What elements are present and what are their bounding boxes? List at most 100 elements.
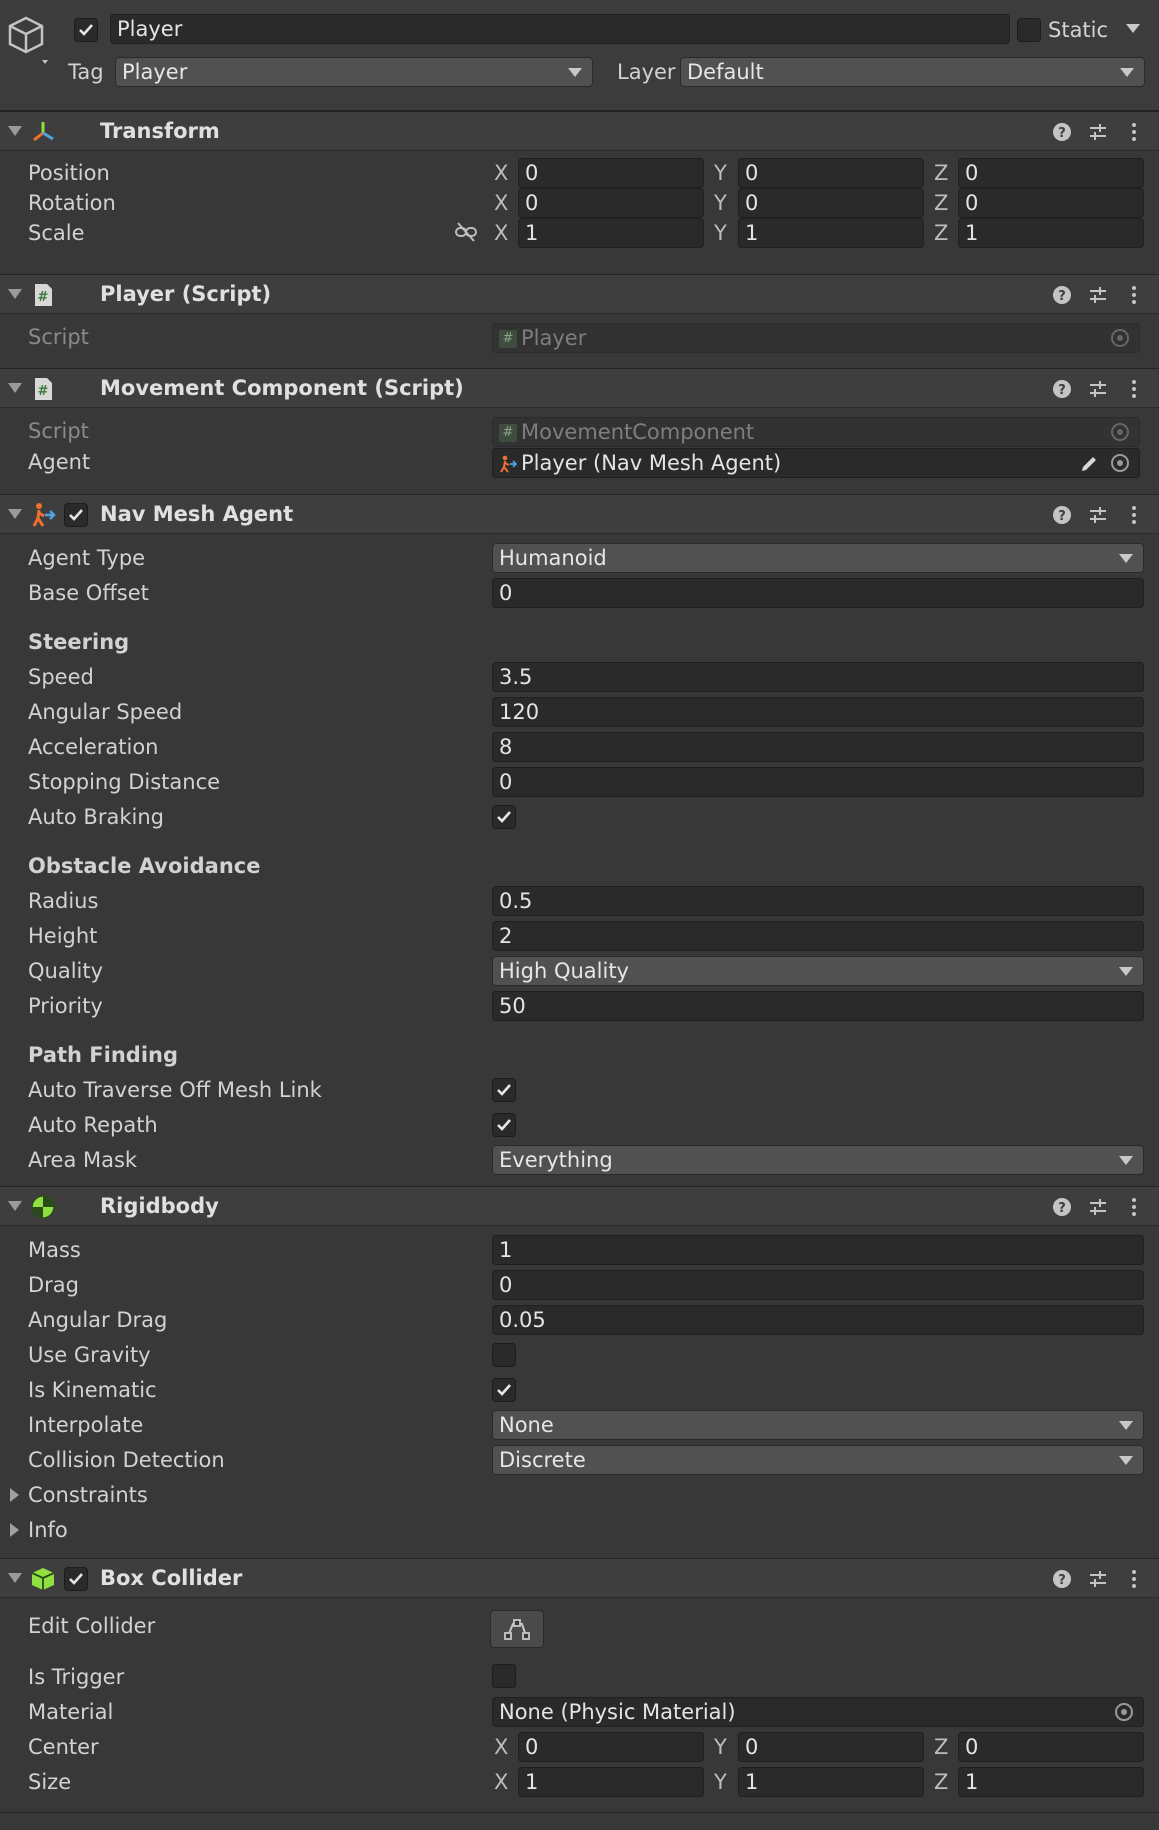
foldout-arrow-icon[interactable]: [8, 126, 22, 136]
position-z-field[interactable]: 0: [958, 158, 1144, 188]
transform-header[interactable]: Transform ?: [0, 111, 1159, 151]
foldout-arrow-icon[interactable]: [8, 1573, 22, 1583]
mass-field[interactable]: 1: [492, 1235, 1144, 1265]
sliders-icon[interactable]: [1087, 378, 1109, 400]
script-icon: #: [499, 330, 517, 348]
object-picker-icon[interactable]: [1115, 1703, 1133, 1721]
help-icon[interactable]: ?: [1051, 378, 1073, 400]
rotation-z-field[interactable]: 0: [958, 188, 1144, 218]
material-object-field[interactable]: None (Physic Material): [492, 1697, 1144, 1727]
position-x-field[interactable]: 0: [518, 158, 704, 188]
position-y-field[interactable]: 0: [738, 158, 924, 188]
agent-type-dropdown[interactable]: Humanoid: [492, 543, 1144, 573]
script-value: Player: [521, 326, 587, 350]
kebab-menu-icon[interactable]: [1123, 1196, 1145, 1218]
active-checkbox[interactable]: [74, 18, 98, 42]
chevron-down-icon: [1119, 1456, 1133, 1465]
drag-field[interactable]: 0: [492, 1270, 1144, 1300]
agent-object-field[interactable]: Player (Nav Mesh Agent): [492, 448, 1140, 478]
edit-collider-button[interactable]: [490, 1610, 544, 1648]
object-picker-icon: [1111, 329, 1129, 347]
box-collider-header[interactable]: Box Collider ?: [0, 1558, 1159, 1598]
use-gravity-checkbox[interactable]: [492, 1343, 516, 1367]
axis-x-label: X: [494, 161, 509, 185]
object-picker-icon[interactable]: [1111, 454, 1129, 472]
sliders-icon[interactable]: [1087, 1568, 1109, 1590]
scale-x-field[interactable]: 1: [518, 218, 704, 248]
center-x-field[interactable]: 0: [518, 1732, 704, 1762]
center-z-field[interactable]: 0: [958, 1732, 1144, 1762]
rotation-x-field[interactable]: 0: [518, 188, 704, 218]
static-dropdown-arrow-icon[interactable]: [1126, 24, 1140, 33]
checkmark-icon: [497, 811, 511, 823]
sliders-icon[interactable]: [1087, 284, 1109, 306]
nav-mesh-agent-header[interactable]: Nav Mesh Agent ?: [0, 494, 1159, 534]
kebab-menu-icon[interactable]: [1123, 284, 1145, 306]
kebab-menu-icon[interactable]: [1123, 1568, 1145, 1590]
kebab-menu-icon[interactable]: [1123, 504, 1145, 526]
is-kinematic-checkbox[interactable]: [492, 1378, 516, 1402]
constraints-foldout[interactable]: Constraints: [28, 1483, 148, 1507]
sliders-icon[interactable]: [1087, 1196, 1109, 1218]
auto-braking-checkbox[interactable]: [492, 805, 516, 829]
foldout-arrow-icon[interactable]: [8, 383, 22, 393]
help-icon[interactable]: ?: [1051, 1568, 1073, 1590]
scale-y-field[interactable]: 1: [738, 218, 924, 248]
kebab-menu-icon[interactable]: [1123, 378, 1145, 400]
help-icon[interactable]: ?: [1051, 284, 1073, 306]
chevron-right-icon[interactable]: [10, 1488, 19, 1502]
static-checkbox[interactable]: [1017, 18, 1041, 42]
quality-dropdown[interactable]: High Quality: [492, 956, 1144, 986]
rotation-y-field[interactable]: 0: [738, 188, 924, 218]
box-collider-enabled-checkbox[interactable]: [64, 1567, 88, 1591]
size-x-field[interactable]: 1: [518, 1767, 704, 1797]
chevron-right-icon[interactable]: [10, 1523, 19, 1537]
size-y-field[interactable]: 1: [738, 1767, 924, 1797]
center-y-field[interactable]: 0: [738, 1732, 924, 1762]
tag-dropdown[interactable]: Player: [115, 57, 593, 87]
base-offset-field[interactable]: 0: [492, 578, 1144, 608]
collision-detection-dropdown[interactable]: Discrete: [492, 1445, 1144, 1475]
nav-mesh-agent-enabled-checkbox[interactable]: [64, 503, 88, 527]
checkmark-icon: [497, 1384, 511, 1396]
help-icon[interactable]: ?: [1051, 1196, 1073, 1218]
angular-drag-field[interactable]: 0.05: [492, 1305, 1144, 1335]
axis-z-label: Z: [934, 1735, 949, 1759]
box-collider-title: Box Collider: [100, 1566, 243, 1590]
info-foldout[interactable]: Info: [28, 1518, 68, 1542]
sliders-icon[interactable]: [1087, 121, 1109, 143]
priority-field[interactable]: 50: [492, 991, 1144, 1021]
stopping-distance-field[interactable]: 0: [492, 767, 1144, 797]
is-trigger-checkbox[interactable]: [492, 1664, 516, 1688]
kebab-menu-icon[interactable]: [1123, 121, 1145, 143]
name-field[interactable]: Player: [110, 14, 1010, 44]
size-z-field[interactable]: 1: [958, 1767, 1144, 1797]
object-picker-icon: [1111, 423, 1129, 441]
movement-script-header[interactable]: # Movement Component (Script) ?: [0, 368, 1159, 408]
help-icon[interactable]: ?: [1051, 504, 1073, 526]
height-field[interactable]: 2: [492, 921, 1144, 951]
interpolate-dropdown[interactable]: None: [492, 1410, 1144, 1440]
rigidbody-header[interactable]: Rigidbody ?: [0, 1186, 1159, 1226]
acceleration-field[interactable]: 8: [492, 732, 1144, 762]
area-mask-dropdown[interactable]: Everything: [492, 1145, 1144, 1175]
foldout-arrow-icon[interactable]: [8, 509, 22, 519]
pencil-icon[interactable]: [1079, 454, 1099, 474]
player-script-header[interactable]: # Player (Script) ?: [0, 274, 1159, 314]
foldout-arrow-icon[interactable]: [8, 289, 22, 299]
scale-z-field[interactable]: 1: [958, 218, 1144, 248]
auto-traverse-checkbox[interactable]: [492, 1078, 516, 1102]
angular-speed-field[interactable]: 120: [492, 697, 1144, 727]
help-icon[interactable]: ?: [1051, 121, 1073, 143]
axis-x-label: X: [494, 1770, 509, 1794]
box-collider-body: Edit Collider Is Trigger Material None (…: [0, 1598, 1159, 1818]
auto-repath-checkbox[interactable]: [492, 1113, 516, 1137]
speed-field[interactable]: 3.5: [492, 662, 1144, 692]
script-object-field: # Player: [492, 323, 1140, 353]
layer-dropdown[interactable]: Default: [680, 57, 1145, 87]
sliders-icon[interactable]: [1087, 504, 1109, 526]
unlink-icon[interactable]: [454, 221, 478, 243]
foldout-arrow-icon[interactable]: [8, 1201, 22, 1211]
radius-field[interactable]: 0.5: [492, 886, 1144, 916]
axis-y-label: Y: [714, 1735, 727, 1759]
